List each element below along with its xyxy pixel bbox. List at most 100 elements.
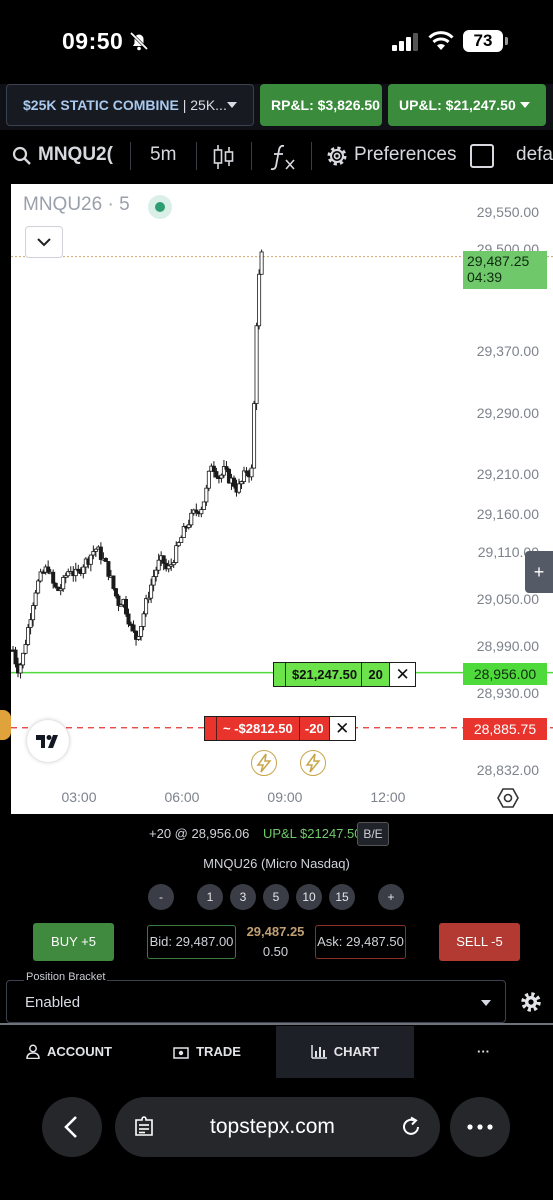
user-icon [26,1044,40,1060]
nav-trade[interactable]: TRADE [138,1026,276,1078]
qty-decrease-button[interactable]: - [148,884,174,910]
stop-line-label[interactable]: ~ -$2812.50 -20 ✕ [204,716,356,741]
drag-handle[interactable] [205,717,217,740]
position-bracket-select[interactable]: Enabled [6,980,506,1023]
nav-account[interactable]: ACCOUNT [0,1026,138,1078]
candle-body [26,627,31,645]
quick-order-bolt-button[interactable] [251,750,277,776]
candle-body [46,566,51,573]
indicators-fx-icon[interactable] [270,143,296,171]
candlestick-type-icon[interactable] [213,144,235,170]
chevron-down-icon [37,238,51,247]
address-bar[interactable]: topstepx.com [115,1097,440,1157]
candle-body [36,580,41,594]
reload-icon[interactable] [400,1116,422,1138]
lightning-icon [256,753,272,773]
chevron-down-icon [227,102,237,108]
qty-increase-button[interactable]: + [378,884,404,910]
candle-body [106,561,111,577]
left-drawer-handle[interactable] [0,710,11,740]
position-qty: 20 [362,663,391,686]
drag-handle[interactable] [274,663,286,686]
candle-body [53,582,58,588]
position-summary: +20 @ 28,956.06 UP&L $21247.50 [149,826,361,841]
candle-body [51,571,56,584]
symbol-search-input[interactable]: MNQU2( [38,144,113,166]
lightning-icon [305,753,321,773]
candle-body [61,576,66,590]
chart-settings-icon[interactable] [497,787,519,809]
candle-body [113,588,118,597]
last-price: 29,487.25 [246,924,305,939]
buy-button[interactable]: BUY +5 [33,923,114,961]
nav-chart-label: CHART [333,1044,380,1059]
bid-price-button[interactable]: Bid: 29,487.00 [147,925,236,959]
candle-body [139,626,144,637]
candle-body [259,251,264,275]
layout-checkbox[interactable] [470,144,494,168]
account-header: $25K STATIC COMBINE | 25K... RP&L: $3,82… [0,84,553,130]
breakeven-button[interactable]: B/E [357,822,389,846]
candle-body [236,483,241,493]
legend-collapse-button[interactable] [25,226,63,258]
browser-menu-button[interactable] [450,1097,510,1157]
time-tick-label: 03:00 [61,789,97,805]
cancel-stop-button[interactable]: ✕ [329,717,355,740]
price-tick-label: 29,290.00 [476,405,539,421]
bar-countdown: 04:39 [467,269,503,285]
battery-indicator: 73 [463,30,503,52]
qty-preset-15[interactable]: 15 [329,884,355,910]
candle-body [199,509,204,515]
candle-body [214,471,219,478]
candle-body [206,470,211,489]
candle-body [136,636,141,640]
battery-tip [505,37,508,45]
sell-button[interactable]: SELL -5 [439,923,520,961]
tradingview-logo[interactable] [27,720,69,762]
position-pnl: $21,247.50 [286,663,363,686]
candle-body [154,569,159,577]
candle-body [18,664,23,674]
close-position-button[interactable]: ✕ [390,663,416,686]
candle-body [201,501,206,510]
candle-body [13,649,18,665]
toolbar-divider [251,142,252,170]
candle-body [88,554,93,565]
qty-preset-1[interactable]: 1 [197,884,223,910]
candle-body [189,512,194,526]
gear-icon[interactable] [520,991,542,1013]
interval-button[interactable]: 5m [150,144,176,166]
candle-body [257,273,262,327]
stop-qty: -20 [300,717,330,740]
time-tick-label: 09:00 [267,789,303,805]
account-select[interactable]: $25K STATIC COMBINE | 25K... [6,84,254,126]
candle-body [231,477,236,487]
position-line-label[interactable]: $21,247.50 20 ✕ [273,662,417,687]
realized-pnl-button[interactable]: RP&L: $3,826.50 [260,84,382,126]
gear-icon[interactable] [325,144,349,168]
layout-name[interactable]: defa [516,144,553,166]
price-tick-label: 29,550.00 [476,204,539,220]
candle-body [249,467,254,478]
unrealized-pnl-button[interactable]: UP&L: $21,247.50 [388,84,546,126]
reader-extension-icon[interactable] [133,1116,155,1138]
qty-preset-5[interactable]: 5 [263,884,289,910]
preferences-button[interactable]: Preferences [354,144,456,166]
search-icon[interactable] [12,146,32,166]
browser-toolbar: topstepx.com [0,1080,553,1200]
quick-order-bolt-button[interactable] [300,750,326,776]
browser-back-button[interactable] [42,1097,102,1157]
candle-body [116,595,121,606]
nav-more-button[interactable]: ··· [414,1026,553,1078]
nav-chart[interactable]: CHART [276,1026,414,1078]
qty-preset-3[interactable]: 3 [230,884,256,910]
add-order-plus-button[interactable]: + [525,551,553,593]
candle-body [21,652,26,666]
quantity-selector: - 1 3 5 10 15 + [0,884,553,910]
ask-price-button[interactable]: Ask: 29,487.50 [315,925,406,959]
bar-chart-icon [311,1045,327,1059]
qty-preset-10[interactable]: 10 [296,884,322,910]
candle-body [224,466,229,470]
candle-body [211,465,216,472]
price-chart[interactable]: MNQU26 · 5 29,550.0029,500.0029,450.0029… [11,184,553,814]
